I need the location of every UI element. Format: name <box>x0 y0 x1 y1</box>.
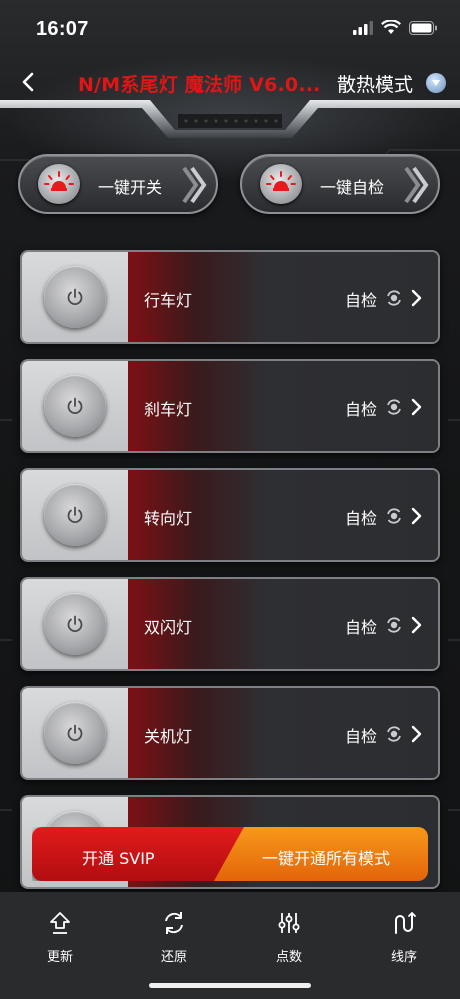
chevron-right-icon[interactable] <box>410 725 422 743</box>
light-row-brake: 刹车灯 自检 <box>20 359 440 453</box>
double-chevron-right-icon <box>182 166 207 204</box>
quick-self-check-all-label: 一键自检 <box>320 178 385 197</box>
self-check-cycle-icon[interactable] <box>384 506 404 526</box>
metal-bar-decoration <box>0 100 460 138</box>
self-check-cycle-icon[interactable] <box>384 724 404 744</box>
chevron-right-icon[interactable] <box>410 289 422 307</box>
cellular-signal-icon <box>353 20 373 35</box>
power-toggle-button[interactable] <box>44 266 106 328</box>
back-button[interactable] <box>14 68 42 96</box>
self-check-label[interactable]: 自检 <box>345 287 377 311</box>
quick-self-check-all-button[interactable]: 一键自检 <box>240 154 440 214</box>
power-toggle-button[interactable] <box>44 484 106 546</box>
self-check-cycle-icon[interactable] <box>384 615 404 635</box>
triangle-down-icon <box>432 80 440 86</box>
power-icon <box>67 506 83 524</box>
chevron-right-icon[interactable] <box>410 616 422 634</box>
tab-wire-order-label: 线序 <box>390 950 417 965</box>
tab-update[interactable]: 更新 <box>20 910 100 965</box>
self-check-cycle-icon[interactable] <box>384 397 404 417</box>
light-name: 关机灯 <box>144 727 193 746</box>
power-icon <box>67 397 83 415</box>
chevron-right-icon[interactable] <box>410 398 422 416</box>
unlock-all-modes-label: 一键开通所有模式 <box>262 849 391 868</box>
upload-icon <box>50 912 70 934</box>
power-toggle-button[interactable] <box>44 702 106 764</box>
self-check-label[interactable]: 自检 <box>345 396 377 420</box>
wire-order-icon <box>395 911 416 934</box>
power-toggle-button[interactable] <box>44 375 106 437</box>
quick-toggle-all-button[interactable]: 一键开关 <box>18 154 218 214</box>
light-row-turn: 转向灯 自检 <box>20 468 440 562</box>
double-chevron-right-icon <box>404 166 429 204</box>
status-time: 16:07 <box>36 18 89 40</box>
power-icon <box>67 615 83 633</box>
light-name: 转向灯 <box>144 509 193 528</box>
self-check-cycle-icon[interactable] <box>384 288 404 308</box>
tab-wire-order[interactable]: 线序 <box>364 910 444 965</box>
light-row-driving: 行车灯 自检 <box>20 250 440 344</box>
page-title: N/M系尾灯 魔法师 V6.0... <box>78 74 321 96</box>
red-light-icon <box>260 164 302 204</box>
wifi-icon <box>381 20 401 34</box>
light-name: 双闪灯 <box>144 618 193 637</box>
status-icons <box>353 20 438 35</box>
tab-restore[interactable]: 还原 <box>134 910 214 965</box>
tab-restore-label: 还原 <box>160 950 187 965</box>
power-icon <box>67 288 83 306</box>
red-light-icon <box>38 164 80 204</box>
quick-toggle-all-label: 一键开关 <box>98 178 163 197</box>
chevron-right-icon[interactable] <box>410 507 422 525</box>
self-check-label[interactable]: 自检 <box>345 505 377 529</box>
mode-dropdown-button[interactable] <box>426 73 446 93</box>
home-indicator <box>149 983 311 988</box>
battery-icon <box>409 20 437 35</box>
sliders-icon <box>278 913 300 933</box>
status-bar: 16:07 <box>0 0 460 60</box>
self-check-label[interactable]: 自检 <box>345 723 377 747</box>
tab-update-label: 更新 <box>46 950 73 965</box>
tab-points[interactable]: 点数 <box>249 910 329 965</box>
light-name: 行车灯 <box>144 291 193 310</box>
light-row-shutdown: 关机灯 自检 <box>20 686 440 780</box>
light-row-hazard: 双闪灯 自检 <box>20 577 440 671</box>
open-svip-label: 开通 SVIP <box>82 849 155 868</box>
power-toggle-button[interactable] <box>44 593 106 655</box>
refresh-icon <box>165 912 183 934</box>
light-name: 刹车灯 <box>144 400 193 419</box>
mode-selector-label[interactable]: 散热模式 <box>337 70 413 97</box>
app-screen: 16:07 N/M系尾灯 魔法师 V6.0... 散热模式 一键开关 一键自检 … <box>0 0 460 999</box>
tab-points-label: 点数 <box>275 950 302 965</box>
power-icon <box>67 724 83 742</box>
self-check-label[interactable]: 自检 <box>345 614 377 638</box>
chevron-left-icon <box>22 72 34 92</box>
